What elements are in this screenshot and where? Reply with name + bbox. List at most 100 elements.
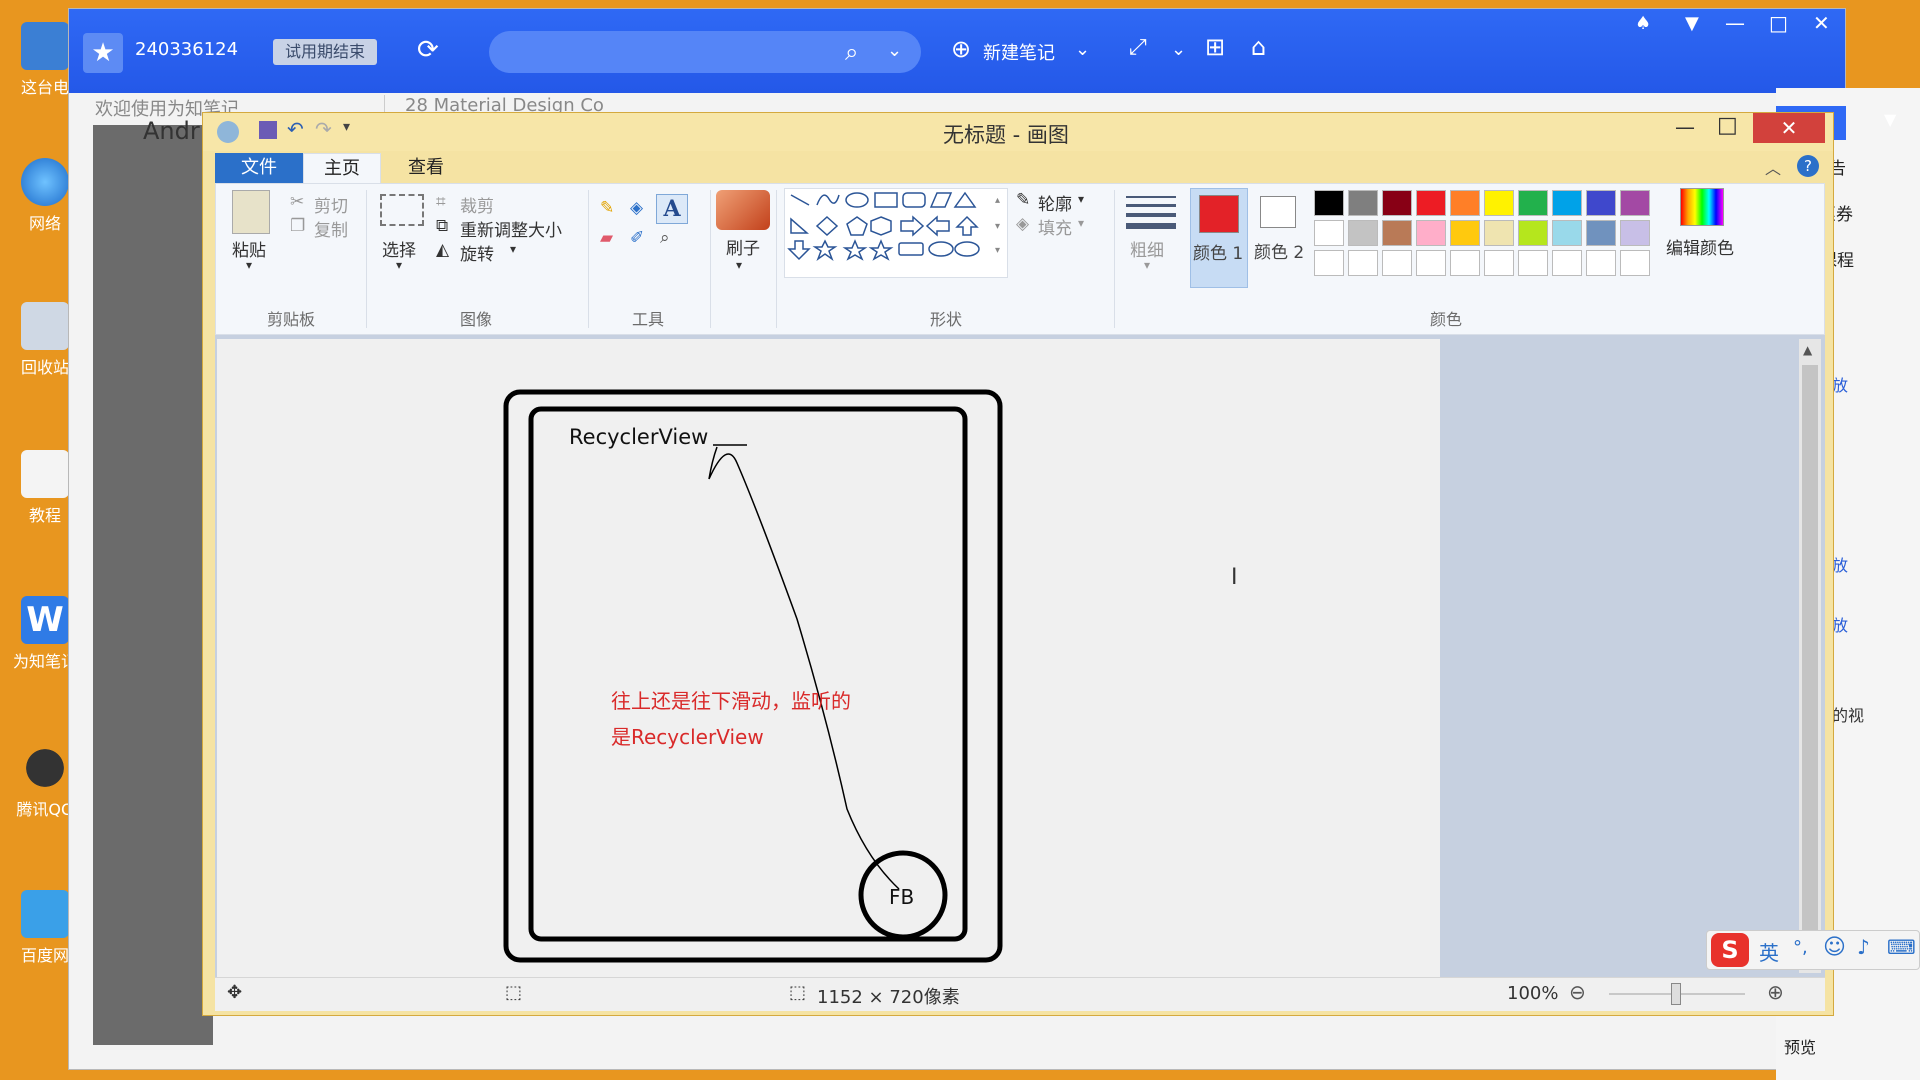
vertical-scrollbar[interactable]: ▲: [1799, 339, 1821, 973]
copy-button[interactable]: 复制: [314, 216, 348, 241]
palette-swatch[interactable]: [1416, 220, 1446, 246]
search-bar[interactable]: ⌕ ⌄: [489, 31, 921, 73]
palette-swatch[interactable]: [1620, 220, 1650, 246]
minimize-icon[interactable]: —: [1675, 115, 1695, 139]
palette-swatch[interactable]: [1416, 190, 1446, 216]
sync-icon[interactable]: ⟳: [417, 35, 439, 65]
palette-swatch[interactable]: [1314, 190, 1344, 216]
maximize-icon[interactable]: □: [1769, 11, 1788, 35]
palette-swatch[interactable]: [1552, 190, 1582, 216]
user-id[interactable]: 240336124: [135, 39, 238, 60]
drawing-canvas[interactable]: RecyclerView 往上还是往下滑动，监听的 是RecyclerView …: [217, 339, 1440, 977]
palette-swatch[interactable]: [1382, 220, 1412, 246]
ime-lang[interactable]: 英: [1759, 937, 1779, 966]
palette-swatch[interactable]: [1620, 190, 1650, 216]
scrollbar-thumb[interactable]: [1802, 365, 1818, 945]
home-icon[interactable]: ⌂: [1251, 33, 1266, 61]
punctuation-icon[interactable]: °,: [1793, 937, 1808, 958]
palette-swatch[interactable]: [1314, 220, 1344, 246]
palette-swatch[interactable]: [1552, 250, 1582, 276]
fill-button[interactable]: 填充: [1038, 214, 1072, 239]
palette-swatch[interactable]: [1348, 190, 1378, 216]
color2-selector[interactable]: 颜色 2: [1252, 188, 1310, 288]
crop-button[interactable]: 裁剪: [460, 192, 494, 217]
zoom-out-icon[interactable]: ⊖: [1569, 980, 1586, 1004]
edit-colors-button[interactable]: 编辑颜色: [1666, 234, 1734, 259]
chevron-down-icon[interactable]: ▾: [246, 258, 252, 272]
palette-swatch[interactable]: [1518, 190, 1548, 216]
chevron-down-icon[interactable]: ⌄: [887, 40, 902, 61]
search-icon[interactable]: ⌕: [845, 38, 858, 66]
color-picker-icon[interactable]: ✐: [630, 228, 644, 248]
chevron-down-icon[interactable]: ▾: [1144, 258, 1150, 272]
zoom-slider-thumb[interactable]: [1671, 983, 1681, 1005]
resize-button[interactable]: 重新调整大小: [460, 216, 562, 241]
tab-home[interactable]: 主页: [303, 153, 381, 183]
tab-file[interactable]: 文件: [215, 153, 303, 183]
tab-view[interactable]: 查看: [391, 153, 461, 183]
brush-button[interactable]: 刷子: [726, 234, 760, 259]
brush-icon[interactable]: [716, 190, 770, 230]
palette-swatch[interactable]: [1450, 250, 1480, 276]
chevron-down-icon[interactable]: ▼: [1884, 110, 1896, 129]
chevron-down-icon[interactable]: ⌄: [1075, 39, 1090, 60]
shirt-icon[interactable]: ♠: [1635, 13, 1651, 34]
color1-selector[interactable]: 颜色 1: [1190, 188, 1248, 288]
pencil-icon[interactable]: ✎: [600, 198, 614, 218]
palette-swatch[interactable]: [1450, 220, 1480, 246]
palette-swatch[interactable]: [1484, 190, 1514, 216]
clipboard-icon[interactable]: [232, 190, 270, 234]
save-icon[interactable]: [259, 121, 277, 139]
palette-swatch[interactable]: [1382, 250, 1412, 276]
close-button[interactable]: ✕: [1753, 113, 1825, 143]
palette-swatch[interactable]: [1518, 250, 1548, 276]
palette-swatch[interactable]: [1586, 220, 1616, 246]
palette-swatch[interactable]: [1518, 220, 1548, 246]
rainbow-icon[interactable]: [1680, 188, 1724, 226]
chevron-up-icon[interactable]: ▲: [1803, 343, 1812, 357]
palette-swatch[interactable]: [1416, 250, 1446, 276]
minimize-icon[interactable]: —: [1725, 11, 1745, 35]
sogou-icon[interactable]: S: [1711, 933, 1749, 967]
palette-swatch[interactable]: [1586, 190, 1616, 216]
cut-button[interactable]: 剪切: [314, 192, 348, 217]
redo-icon[interactable]: ↷: [315, 117, 332, 141]
palette-swatch[interactable]: [1620, 250, 1650, 276]
chevron-down-icon[interactable]: ▾: [1078, 192, 1084, 206]
maximize-icon[interactable]: □: [1717, 113, 1738, 138]
emoji-icon[interactable]: ☺: [1823, 935, 1846, 960]
palette-swatch[interactable]: [1586, 250, 1616, 276]
customize-toolbar-icon[interactable]: ▾: [343, 119, 350, 135]
microphone-icon[interactable]: ♪: [1857, 935, 1870, 959]
palette-swatch[interactable]: [1348, 220, 1378, 246]
palette-swatch[interactable]: [1484, 250, 1514, 276]
palette-swatch[interactable]: [1484, 220, 1514, 246]
plus-circle-icon[interactable]: ⊕: [951, 35, 971, 63]
rotate-button[interactable]: 旋转: [460, 240, 494, 265]
magnifier-icon[interactable]: ⌕: [660, 228, 670, 248]
palette-swatch[interactable]: [1348, 250, 1378, 276]
close-icon[interactable]: ✕: [1813, 11, 1830, 35]
zoom-slider[interactable]: [1609, 983, 1745, 1005]
chevron-down-icon[interactable]: ▾: [510, 242, 516, 256]
help-icon[interactable]: ?: [1797, 155, 1819, 177]
preview-button[interactable]: 预览: [1784, 1034, 1816, 1058]
new-note-button[interactable]: 新建笔记: [983, 39, 1055, 65]
chevron-down-icon[interactable]: ▾: [1078, 216, 1084, 230]
select-icon[interactable]: [380, 194, 424, 226]
palette-swatch[interactable]: [1314, 250, 1344, 276]
chevron-down-icon[interactable]: ▾: [736, 258, 742, 272]
palette-swatch[interactable]: [1552, 220, 1582, 246]
color-palette[interactable]: [1314, 190, 1664, 286]
palette-swatch[interactable]: [1382, 190, 1412, 216]
palette-swatch[interactable]: [1450, 190, 1480, 216]
shapes-gallery[interactable]: ▴ ▾ ▾: [784, 188, 1008, 278]
undo-icon[interactable]: ↶: [287, 117, 304, 141]
collapse-ribbon-icon[interactable]: ︿: [1765, 155, 1781, 179]
grid-icon[interactable]: ⊞: [1205, 33, 1225, 61]
zoom-in-icon[interactable]: ⊕: [1767, 980, 1784, 1004]
star-icon[interactable]: ★: [83, 33, 123, 73]
menu-icon[interactable]: ▼: [1685, 13, 1699, 34]
size-icon[interactable]: [1126, 192, 1176, 232]
trial-badge[interactable]: 试用期结束: [273, 39, 377, 65]
